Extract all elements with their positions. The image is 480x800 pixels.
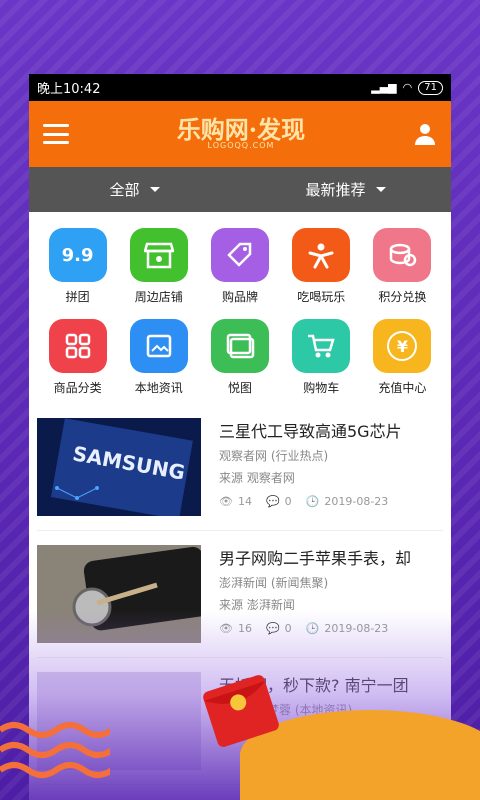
- news-origin: 来源 澎湃新闻: [219, 598, 295, 612]
- view-count: 16: [237, 622, 252, 635]
- news-thumbnail: [37, 545, 201, 643]
- grid-item-group-buy[interactable]: 9.9 拼团: [37, 228, 118, 305]
- grid-label: 购品牌: [221, 290, 258, 304]
- news-title: 男子网购二手苹果手表，却: [219, 549, 412, 568]
- eye-icon: 👁: [219, 495, 233, 508]
- menu-icon[interactable]: [43, 124, 69, 144]
- grid-item-categories[interactable]: 商品分类: [37, 319, 118, 396]
- news-title: 三星代工导致高通5G芯片: [219, 422, 402, 441]
- news-item[interactable]: SAMSUNG 三星代工导致高通5G芯片 观察者网 (行业热点) 来源 观察者网…: [37, 404, 443, 531]
- view-count: 14: [237, 495, 252, 508]
- grid-label: 吃喝玩乐: [297, 290, 346, 304]
- store-icon: [129, 228, 188, 282]
- status-icons: ▂▄▆ ◠ 71: [371, 80, 443, 95]
- news-source: 观察者网 (行业热点): [219, 449, 329, 463]
- brand-logo: 乐购网·发现 LOGOQQ.COM: [177, 118, 305, 150]
- tag-icon: [210, 228, 269, 282]
- news-source: 澎湃新闻 (新闻焦聚): [219, 576, 329, 590]
- news-thumbnail: SAMSUNG: [37, 418, 201, 516]
- yuan-symbol: ¥: [387, 331, 418, 361]
- filter-all-label: 全部: [109, 181, 140, 199]
- filter-recommend-label: 最新推荐: [305, 181, 366, 199]
- grid-item-recharge[interactable]: ¥ 充值中心: [362, 319, 443, 396]
- brand-title: 乐购网·发现: [176, 115, 306, 144]
- news-stats: 👁 16 💬 0 🕒 2019-08-23: [219, 622, 443, 635]
- caret-down-icon: [149, 187, 160, 192]
- group-buy-icon: 9.9: [48, 228, 107, 282]
- eye-icon: 👁: [219, 622, 233, 635]
- news-item[interactable]: 男子网购二手苹果手表，却 澎湃新闻 (新闻焦聚) 来源 澎湃新闻 👁 16 💬 0 …: [37, 531, 443, 658]
- grid-label: 充值中心: [378, 381, 427, 395]
- grid-item-local-news[interactable]: 本地资讯: [118, 319, 199, 396]
- news-icon: [129, 319, 188, 373]
- grid-label: 拼团: [65, 290, 90, 304]
- news-stats: 👁 14 💬 0 🕒 2019-08-23: [219, 495, 443, 508]
- grid-item-stores[interactable]: 周边店铺: [118, 228, 199, 305]
- comment-icon: 💬: [265, 622, 280, 635]
- filter-recommend-dropdown[interactable]: 最新推荐: [240, 179, 451, 200]
- filter-all-dropdown[interactable]: 全部: [29, 179, 240, 200]
- comment-count: 0: [284, 495, 292, 508]
- signal-icon: ▂▄▆: [371, 81, 397, 94]
- app-header: 乐购网·发现 LOGOQQ.COM: [29, 101, 451, 167]
- caret-down-icon: [375, 187, 386, 192]
- news-date: 2019-08-23: [324, 622, 389, 635]
- grid-item-points[interactable]: 积分兑换: [362, 228, 443, 305]
- battery-indicator: 71: [418, 80, 443, 95]
- gallery-icon: [210, 319, 269, 373]
- grid-item-cart[interactable]: 购物车: [281, 319, 362, 396]
- wave-decoration: [0, 722, 110, 778]
- status-bar: 晚上10:42 ▂▄▆ ◠ 71: [29, 74, 451, 101]
- recharge-icon: ¥: [373, 319, 432, 373]
- news-origin: 来源 观察者网: [219, 471, 295, 485]
- grid-label: 商品分类: [53, 381, 102, 395]
- category-icon: [48, 319, 107, 373]
- wifi-icon: ◠: [402, 81, 413, 94]
- grid-item-brands[interactable]: 购品牌: [199, 228, 280, 305]
- coin-icon: [373, 228, 432, 282]
- filter-bar: 全部 最新推荐: [29, 167, 451, 212]
- category-grid: 9.9 拼团 周边店铺 购品牌 吃喝玩乐 积分兑换 商品分类 本地资讯 悦图 购…: [29, 212, 451, 404]
- grid-label: 购物车: [303, 381, 340, 395]
- status-time: 晚上10:42: [37, 82, 101, 97]
- fun-icon: [292, 228, 351, 282]
- grid-label: 周边店铺: [134, 290, 183, 304]
- user-icon[interactable]: [413, 122, 437, 146]
- comment-count: 0: [284, 622, 292, 635]
- grid-label: 本地资讯: [134, 381, 183, 395]
- grid-item-gallery[interactable]: 悦图: [199, 319, 280, 396]
- clock-icon: 🕒: [305, 622, 320, 635]
- cart-icon: [292, 319, 351, 373]
- grid-label: 积分兑换: [378, 290, 427, 304]
- clock-icon: 🕒: [305, 495, 320, 508]
- comment-icon: 💬: [265, 495, 280, 508]
- news-date: 2019-08-23: [324, 495, 389, 508]
- grid-label: 悦图: [227, 381, 252, 395]
- grid-item-fun[interactable]: 吃喝玩乐: [281, 228, 362, 305]
